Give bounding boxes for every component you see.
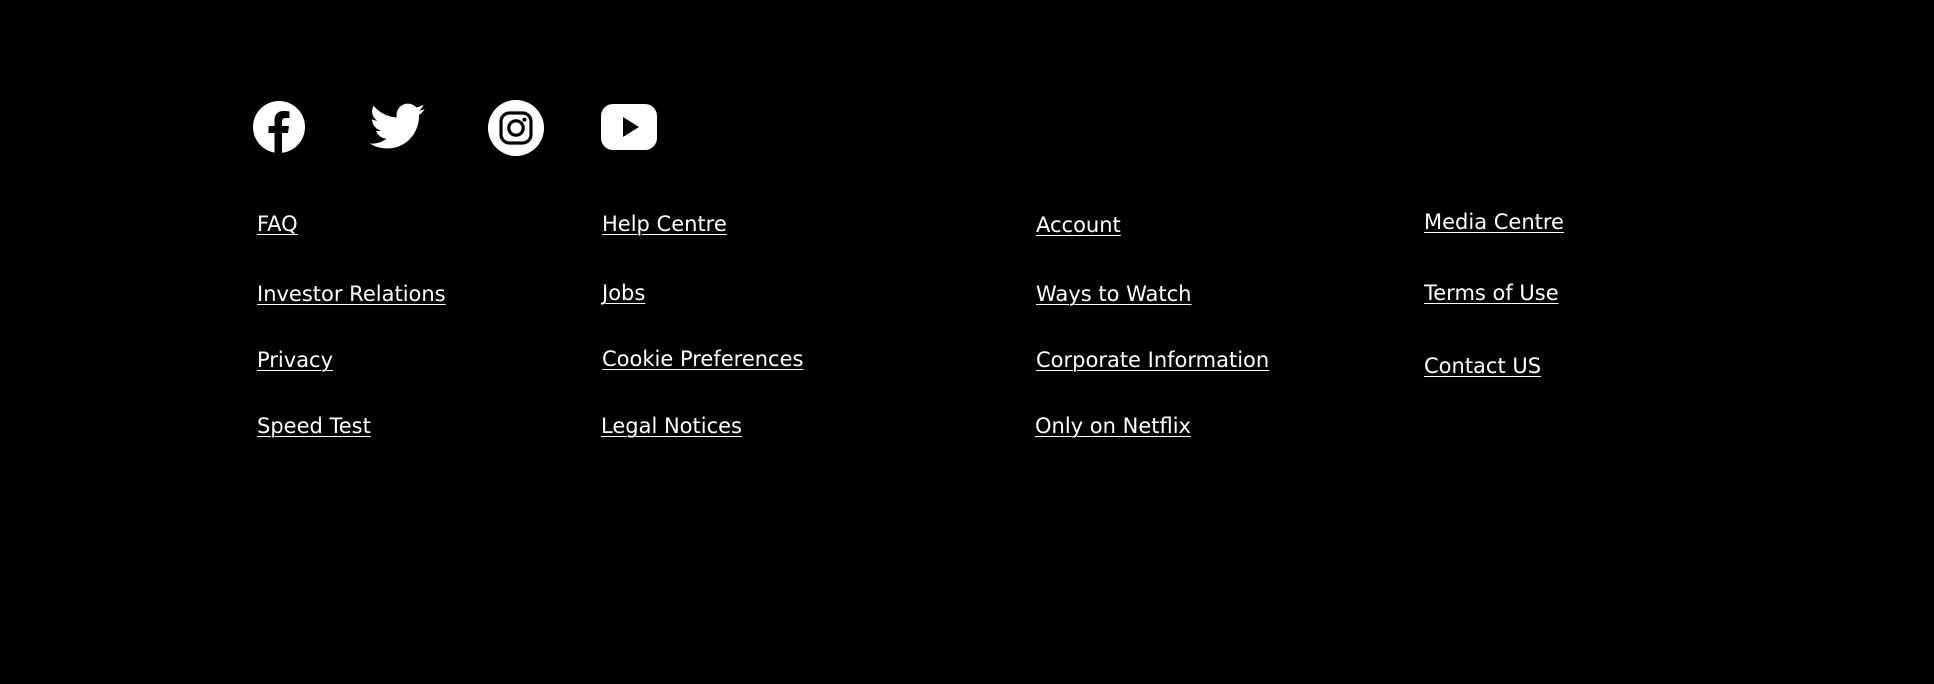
facebook-icon[interactable] [253, 100, 305, 154]
contact-us-link[interactable]: Contact US [1424, 353, 1541, 379]
footer: { "colors": { "background": "#000000", "… [0, 0, 1934, 684]
only-on-netflix-link[interactable]: Only on Netflix [1035, 413, 1191, 439]
ways-to-watch-link[interactable]: Ways to Watch [1036, 281, 1191, 307]
corporate-information-link[interactable]: Corporate Information [1036, 347, 1269, 373]
jobs-link[interactable]: Jobs [602, 280, 645, 306]
youtube-icon[interactable] [601, 104, 657, 150]
cookie-preferences-link[interactable]: Cookie Preferences [602, 346, 803, 372]
media-centre-link[interactable]: Media Centre [1424, 209, 1564, 235]
instagram-icon[interactable] [488, 100, 544, 156]
speed-test-link[interactable]: Speed Test [257, 413, 371, 439]
investor-relations-link[interactable]: Investor Relations [257, 281, 446, 307]
privacy-link[interactable]: Privacy [257, 347, 333, 373]
twitter-icon[interactable] [370, 103, 426, 151]
help-centre-link[interactable]: Help Centre [602, 211, 727, 237]
terms-of-use-link[interactable]: Terms of Use [1424, 280, 1559, 306]
account-link[interactable]: Account [1036, 212, 1121, 238]
legal-notices-link[interactable]: Legal Notices [601, 413, 742, 439]
faq-link[interactable]: FAQ [257, 211, 298, 237]
